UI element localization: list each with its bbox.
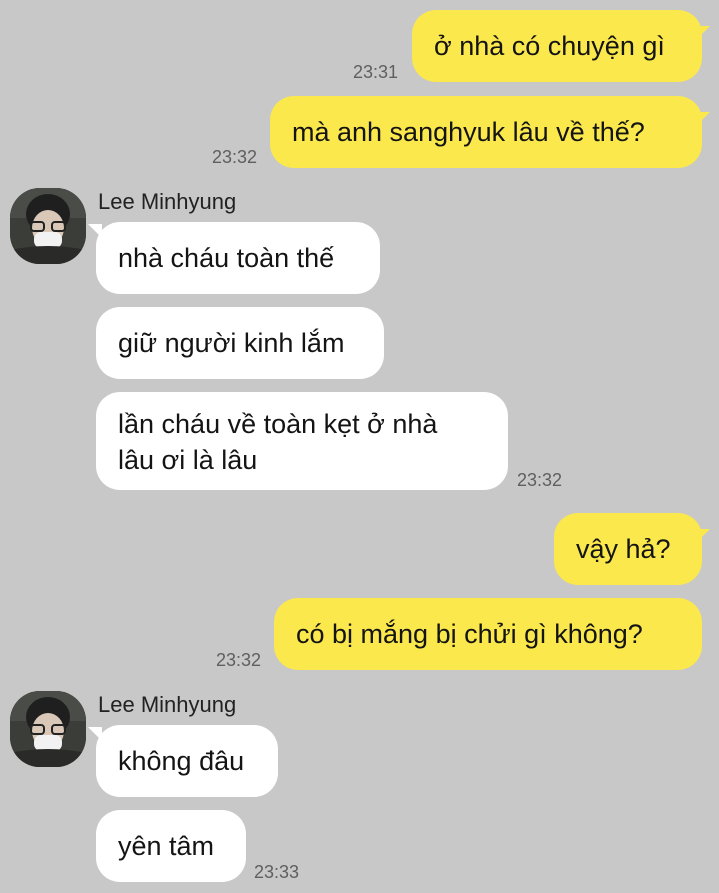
outgoing-message-bubble[interactable]: có bị mắng bị chửi gì không? [274,598,702,670]
message-timestamp: 23:33 [254,862,300,882]
outgoing-message-bubble[interactable]: ở nhà có chuyện gì [412,10,702,82]
avatar-photo-icon [10,188,86,264]
incoming-message-bubble[interactable]: lần cháu về toàn kẹt ở nhà lâu ơi là lâu [96,392,508,490]
message-text: ở nhà có chuyện gì [434,31,665,61]
message-timestamp: 23:32 [216,650,262,670]
message-text: có bị mắng bị chửi gì không? [296,619,643,649]
bubble-tail [88,727,102,741]
message-text: nhà cháu toàn thế [118,243,335,273]
bubble-tail [696,112,710,126]
sender-name: Lee Minhyung [98,692,237,717]
message-text: không đâu [118,746,245,776]
incoming-message-bubble[interactable]: không đâu [96,725,278,797]
bubble-tail [696,529,710,543]
message-text: mà anh sanghyuk lâu về thế? [292,117,645,147]
sender-name: Lee Minhyung [98,189,237,214]
incoming-message-bubble[interactable]: yên tâm [96,810,246,882]
chat-screen: { "contact": { "name": "Lee Minhyung" },… [0,0,719,893]
message-timestamp: 23:31 [353,62,399,82]
message-timestamp: 23:32 [212,147,258,167]
contact-avatar[interactable] [10,691,86,767]
incoming-message-bubble[interactable]: giữ người kinh lắm [96,307,384,379]
incoming-message-bubble[interactable]: nhà cháu toàn thế [96,222,380,294]
bubble-tail [696,26,710,40]
outgoing-message-bubble[interactable]: vậy hả? [554,513,702,585]
message-timestamp: 23:32 [517,470,563,490]
message-text-line: lần cháu về toàn kẹt ở nhà [118,409,438,439]
message-text-line: lâu ơi là lâu [118,445,258,475]
message-text: giữ người kinh lắm [118,328,345,358]
message-text: yên tâm [118,831,215,861]
avatar-photo-icon [10,691,86,767]
message-text: vậy hả? [576,534,671,564]
outgoing-message-bubble[interactable]: mà anh sanghyuk lâu về thế? [270,96,702,168]
contact-avatar[interactable] [10,188,86,264]
bubble-tail [88,224,102,238]
